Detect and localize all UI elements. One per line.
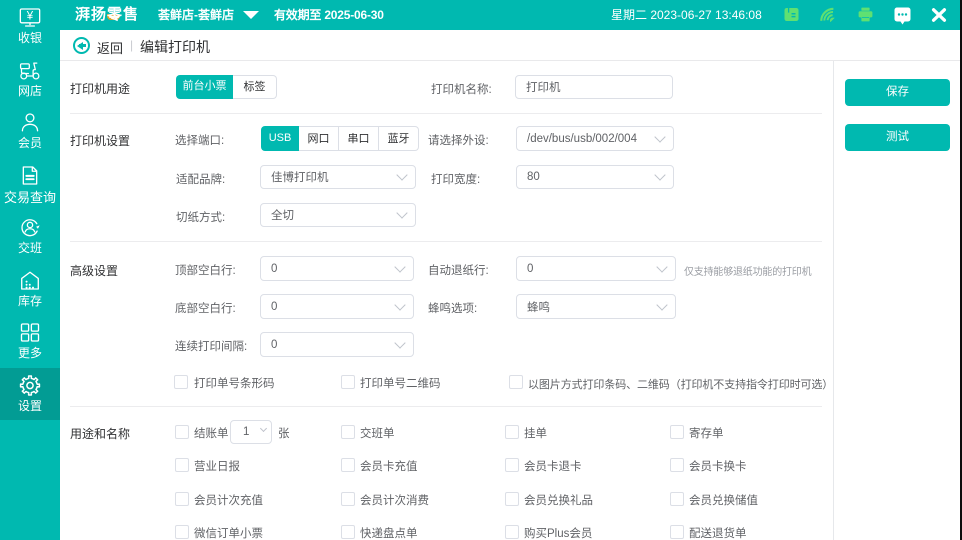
svg-text:¥: ¥ [26, 11, 34, 23]
